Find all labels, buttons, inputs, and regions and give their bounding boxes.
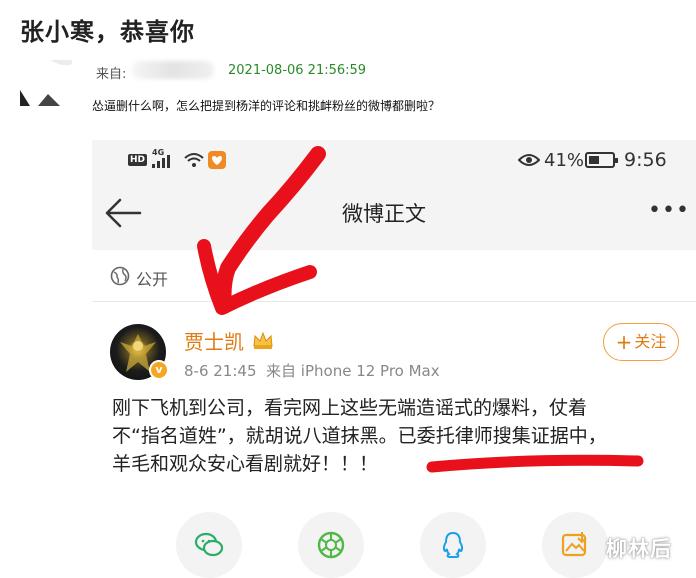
save-image-icon (561, 532, 587, 557)
post-text: 怂逼删什么啊，怎么把提到杨洋的评论和挑衅粉丝的微博都删啦？ (92, 99, 441, 113)
eye-icon (518, 154, 540, 166)
globe-icon (110, 266, 130, 286)
hd-badge: HD (128, 154, 148, 166)
battery-icon (585, 152, 618, 168)
moments-icon (317, 531, 345, 559)
post-timestamp: 2021-08-06 21:56:59 (228, 63, 367, 78)
share-wechat-button[interactable] (176, 512, 242, 578)
weibo-content: 刚下飞机到公司，看完网上这些无端造谣式的爆料，仗着 不“指名道姓”，就胡说八道抹… (112, 394, 682, 478)
post-meta: 8-6 21:45 来自 iPhone 12 Pro Max (184, 362, 440, 380)
save-image-button[interactable] (542, 512, 608, 578)
plus-icon: + (615, 330, 633, 354)
blurred-source (132, 61, 214, 79)
signal-icon (152, 155, 170, 168)
weibo-screenshot: HD 4G 41% 9:56 微博正文 ••• 公开 v 贾士凯 8-6 21:… (92, 140, 696, 578)
share-qq-button[interactable] (420, 512, 486, 578)
poster-avatar[interactable] (20, 60, 72, 106)
wifi-icon (184, 153, 204, 167)
back-arrow-icon[interactable] (104, 196, 144, 230)
from-label: 来自: (96, 67, 127, 82)
clock: 9:56 (624, 149, 667, 171)
author-name[interactable]: 贾士凯 (184, 326, 244, 355)
verified-badge: v (149, 360, 169, 380)
status-bar: HD 4G 41% 9:56 (92, 140, 696, 182)
follow-label: 关注 (634, 332, 667, 351)
follow-button[interactable]: + 关注 (603, 323, 679, 361)
content-line: 不“指名道姓”，就胡说八道抹黑。已委托律师搜集证据中， (112, 425, 607, 447)
content-line: 刚下飞机到公司，看完网上这些无端造谣式的爆料，仗着 (112, 397, 588, 419)
share-moments-button[interactable] (298, 512, 364, 578)
watermark: 柳林后 (606, 537, 672, 561)
more-options-icon[interactable]: ••• (648, 198, 690, 223)
qq-icon (442, 531, 464, 558)
battery-percent: 41% (544, 150, 585, 171)
content-line: 羊毛和观众安心看剧就好！！！ (112, 453, 379, 475)
visibility-row: 公开 (92, 250, 696, 302)
nav-bar: 微博正文 ••• (92, 182, 696, 244)
post-title: 张小寒，恭喜你 (20, 18, 195, 46)
app-notification-icon (208, 151, 226, 169)
wechat-icon (194, 532, 224, 557)
visibility-label: 公开 (136, 270, 169, 289)
nav-title: 微博正文 (342, 202, 426, 226)
crown-icon (253, 331, 273, 349)
